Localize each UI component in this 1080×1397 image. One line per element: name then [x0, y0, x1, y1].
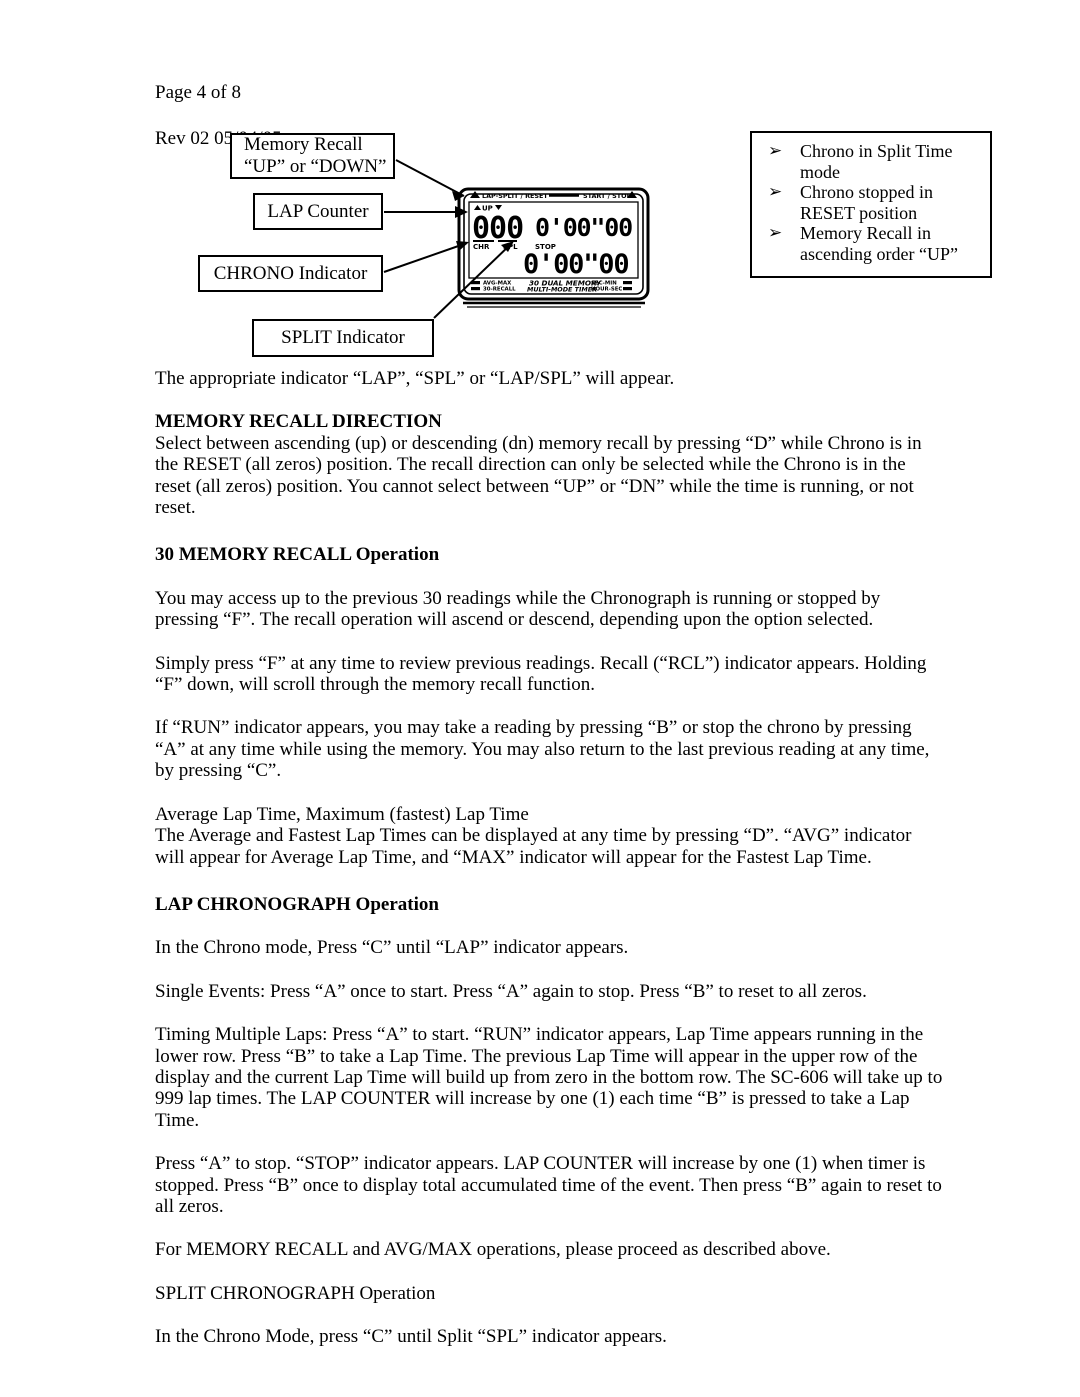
status-bullet-list: ➢ Chrono in Split Time mode ➢ Chrono sto…	[762, 141, 982, 264]
arrow-bullet-icon: ➢	[768, 141, 783, 161]
status-bullet-item: ➢ Chrono in Split Time mode	[762, 141, 982, 182]
heading-30-memory-recall: 30 MEMORY RECALL Operation	[155, 544, 440, 566]
paragraph-30-memory-recall-3: If “RUN” indicator appears, you may take…	[155, 717, 930, 782]
lcd-top-right-label: START / STOP	[583, 192, 632, 200]
status-bullet-item: ➢ Chrono stopped in RESET position	[762, 182, 982, 223]
heading-split-chronograph: SPLIT CHRONOGRAPH Operation	[155, 1282, 436, 1304]
callout-memory-recall-line1: Memory Recall	[244, 134, 363, 155]
status-bullet-box: ➢ Chrono in Split Time mode ➢ Chrono sto…	[750, 131, 992, 278]
paragraph-lap-chronograph-4: Press “A” to stop. “STOP” indicator appe…	[155, 1153, 942, 1217]
intro-paragraph: The appropriate indicator “LAP”, “SPL” o…	[155, 368, 675, 389]
callout-memory-recall: Memory Recall “UP” or “DOWN”	[230, 133, 395, 179]
paragraph-30-memory-recall-1: You may access up to the previous 30 rea…	[155, 587, 881, 631]
paragraph-lap-chronograph-5: For MEMORY RECALL and AVG/MAX operations…	[155, 1239, 831, 1261]
lcd-spl-label: SPL	[503, 243, 518, 251]
lcd-top-left-label: LAP-SPLIT / RESET	[482, 192, 548, 200]
document-body: The appropriate indicator “LAP”, “SPL” o…	[155, 368, 945, 1348]
subheading-average-max-lap-time: Average Lap Time, Maximum (fastest) Lap …	[155, 803, 529, 825]
paragraph-30-memory-recall-2: Simply press “F” at any time to review p…	[155, 652, 927, 696]
paragraph-lap-chronograph-3: Timing Multiple Laps: Press “A” to start…	[155, 1024, 943, 1131]
arrow-bullet-icon: ➢	[768, 223, 783, 243]
document-page: Page 4 of 8 Rev 02 05/04/05 LAP-SPLIT / …	[0, 0, 1080, 1397]
status-bullet-text: Chrono in Split Time mode	[800, 141, 953, 182]
lcd-bottom-right-2: HOUR-SEC	[591, 287, 622, 293]
callout-lap-counter-label: LAP Counter	[267, 200, 369, 222]
paragraph-lap-chronograph-1: In the Chrono mode, Press “C” until “LAP…	[155, 937, 629, 959]
lcd-lower-time: 0'00"00	[523, 249, 628, 280]
callout-lap-counter: LAP Counter	[253, 193, 383, 230]
lcd-upper-time: 0'00"00	[535, 213, 632, 242]
status-bullet-text: Chrono stopped in RESET position	[800, 182, 933, 223]
heading-memory-recall-direction: MEMORY RECALL DIRECTION	[155, 411, 442, 433]
callout-split-indicator: SPLIT Indicator	[252, 319, 434, 357]
lcd-brand-line-2: MULTI-MODE TIMER	[527, 286, 597, 294]
callout-split-indicator-label: SPLIT Indicator	[281, 327, 405, 348]
callout-chrono-indicator-label: CHRONO Indicator	[213, 262, 368, 284]
paragraph-lap-chronograph-2: Single Events: Press “A” once to start. …	[155, 980, 867, 1002]
lcd-chr-label: CHR	[473, 243, 490, 251]
callout-memory-recall-line2: “UP” or “DOWN”	[244, 156, 387, 177]
arrow-bullet-icon: ➢	[768, 182, 783, 202]
lcd-bottom-left-2: 30-RECALL	[483, 287, 516, 293]
status-bullet-text: Memory Recall in ascending order “UP”	[800, 223, 958, 264]
status-bullet-item: ➢ Memory Recall in ascending order “UP”	[762, 223, 982, 264]
device-lcd-illustration: LAP-SPLIT / RESET START / STOP UP 000 0'…	[457, 186, 650, 314]
paragraph-memory-recall-direction: Select between ascending (up) or descend…	[155, 432, 922, 519]
paragraph-30-memory-recall-4: The Average and Fastest Lap Times can be…	[155, 825, 912, 868]
figure-stopwatch-display: LAP-SPLIT / RESET START / STOP UP 000 0'…	[0, 0, 1080, 370]
paragraph-split-chronograph-1: In the Chrono Mode, press “C” until Spli…	[155, 1326, 667, 1348]
heading-lap-chronograph: LAP CHRONOGRAPH Operation	[155, 893, 439, 915]
callout-chrono-indicator: CHRONO Indicator	[198, 255, 383, 292]
